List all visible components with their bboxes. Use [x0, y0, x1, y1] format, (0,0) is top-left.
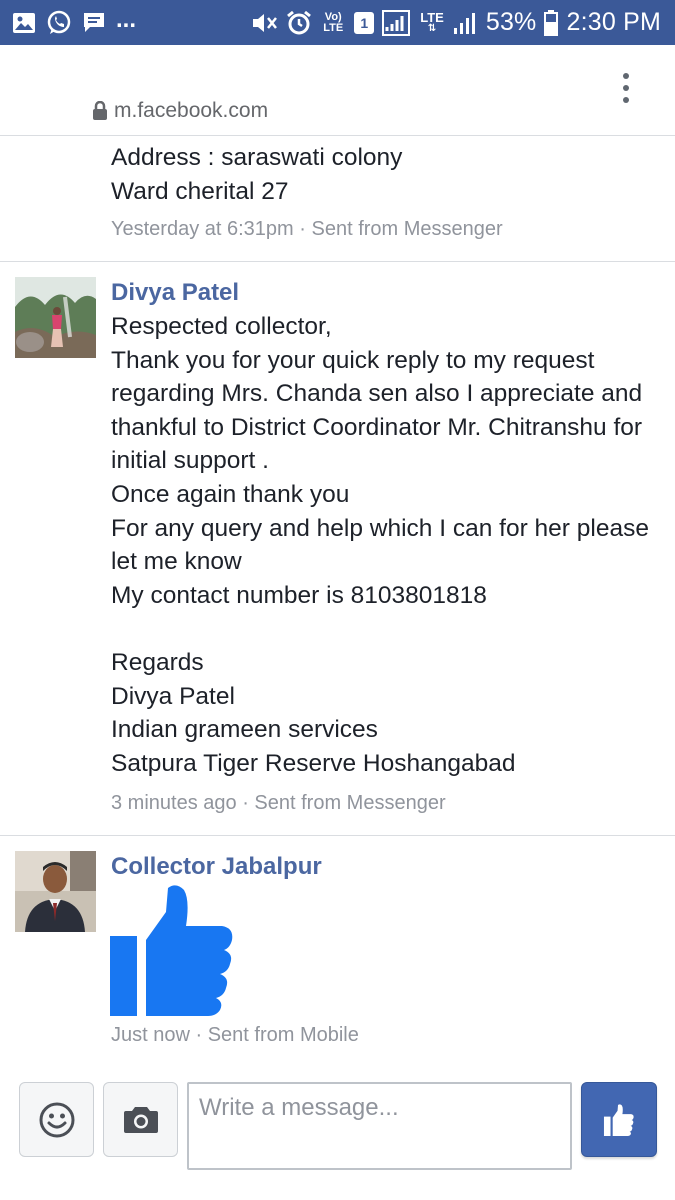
emoji-button[interactable]	[19, 1082, 94, 1157]
mute-icon	[253, 13, 278, 32]
signal-icon	[382, 9, 411, 36]
thumbs-up-icon	[110, 885, 233, 1016]
gallery-icon	[13, 12, 35, 33]
chat-bubble-icon	[84, 12, 104, 32]
clock: 2:30 PM	[566, 8, 661, 36]
message-input[interactable]	[187, 1082, 572, 1170]
avatar-photo-collector	[15, 851, 96, 932]
status-bar: ... Vo) LTE 1 LTE ⇅ 53% 2:30 PM	[0, 0, 675, 45]
sim-slot-badge: 1	[354, 11, 375, 34]
url-display[interactable]: m.facebook.com	[92, 99, 268, 123]
more-notifications-indicator: ...	[116, 5, 137, 33]
data-arrows: ⇅	[427, 22, 437, 34]
smiley-icon	[39, 1102, 74, 1137]
notification-icons: ...	[0, 0, 136, 45]
camera-button[interactable]	[103, 1082, 178, 1157]
more-vertical-icon[interactable]	[614, 73, 638, 113]
sender-name[interactable]: Collector Jabalpur	[111, 853, 322, 881]
whatsapp-icon	[47, 10, 71, 34]
message-text: Address : saraswati colony Ward cherital…	[111, 144, 403, 205]
url-text: m.facebook.com	[114, 99, 269, 122]
camera-icon	[123, 1106, 158, 1133]
divider	[0, 261, 675, 262]
message-meta: Yesterday at 6:31pm · Sent from Messenge…	[111, 218, 503, 240]
battery-icon	[544, 9, 559, 36]
avatar[interactable]	[15, 277, 96, 358]
volte-indicator: Vo) LTE	[323, 10, 344, 34]
signal-strength-icon	[453, 12, 475, 34]
thumbs-up-icon	[603, 1103, 634, 1136]
message-meta: 3 minutes ago · Sent from Messenger	[111, 792, 446, 814]
message-meta: Just now · Sent from Mobile	[111, 1024, 359, 1046]
avatar[interactable]	[15, 851, 96, 932]
sender-name[interactable]: Divya Patel	[111, 279, 239, 307]
avatar-photo-divya	[15, 277, 96, 358]
lte-indicator: LTE ⇅	[420, 9, 444, 34]
send-like-button[interactable]	[581, 1082, 657, 1157]
message-text: Respected collector, Thank you for your …	[111, 313, 649, 777]
browser-address-bar: m.facebook.com	[0, 45, 675, 136]
alarm-icon	[287, 10, 312, 34]
divider	[0, 835, 675, 836]
battery-percent: 53%	[485, 8, 537, 36]
system-indicators: Vo) LTE 1 LTE ⇅ 53% 2:30 PM	[250, 0, 675, 45]
lock-icon	[93, 101, 107, 120]
